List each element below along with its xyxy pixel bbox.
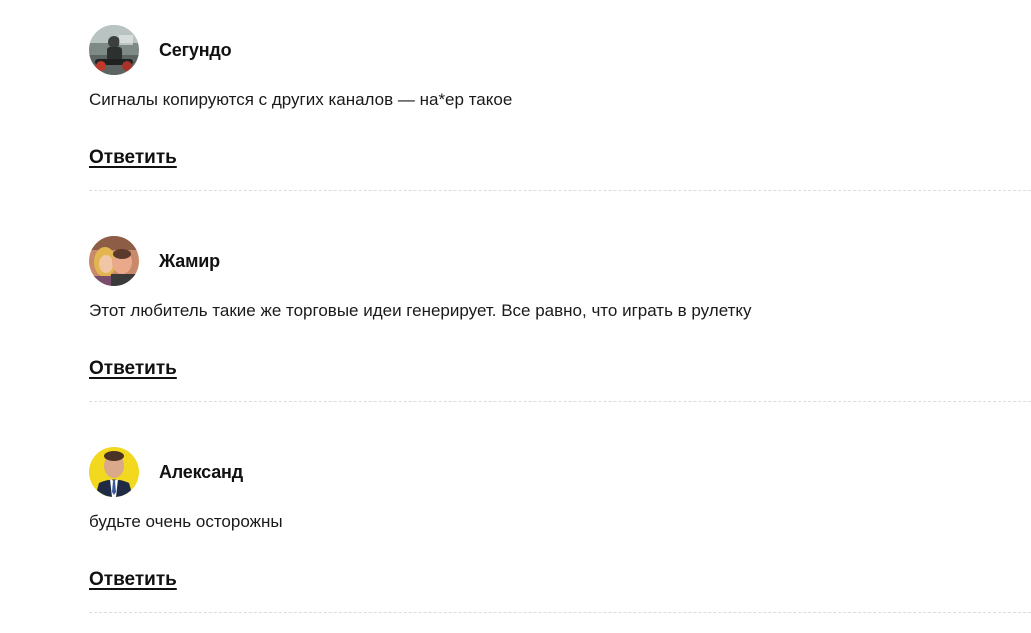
comment-item: Сегундо Сигналы копируются с других кана… — [89, 0, 1031, 211]
avatar-man-in-suit-image — [89, 447, 139, 497]
comment-item: Александ будьте очень осторожны Ответить — [89, 422, 1031, 633]
comment-text: Этот любитель такие же торговые идеи ген… — [89, 301, 752, 320]
divider — [89, 612, 1031, 613]
reply-button[interactable]: Ответить — [89, 358, 177, 380]
comment-text: Сигналы копируются с других каналов — на… — [89, 90, 513, 109]
comment-item: Жамир Этот любитель такие же торговые ид… — [89, 211, 1031, 422]
comments-list: Сегундо Сигналы копируются с других кана… — [89, 0, 1031, 633]
comment-header: Жамир — [89, 236, 220, 286]
avatar[interactable] — [89, 25, 139, 75]
comment-header: Сегундо — [89, 25, 232, 75]
comment-text: будьте очень осторожны — [89, 512, 283, 531]
avatar[interactable] — [89, 236, 139, 286]
reply-button[interactable]: Ответить — [89, 569, 177, 591]
author-name[interactable]: Александ — [159, 462, 243, 483]
avatar-couple-image — [89, 236, 139, 286]
divider — [89, 190, 1031, 191]
divider — [89, 401, 1031, 402]
avatar-man-on-bike-image — [89, 25, 139, 75]
author-name[interactable]: Сегундо — [159, 40, 232, 61]
comment-header: Александ — [89, 447, 243, 497]
author-name[interactable]: Жамир — [159, 251, 220, 272]
reply-button[interactable]: Ответить — [89, 147, 177, 169]
avatar[interactable] — [89, 447, 139, 497]
